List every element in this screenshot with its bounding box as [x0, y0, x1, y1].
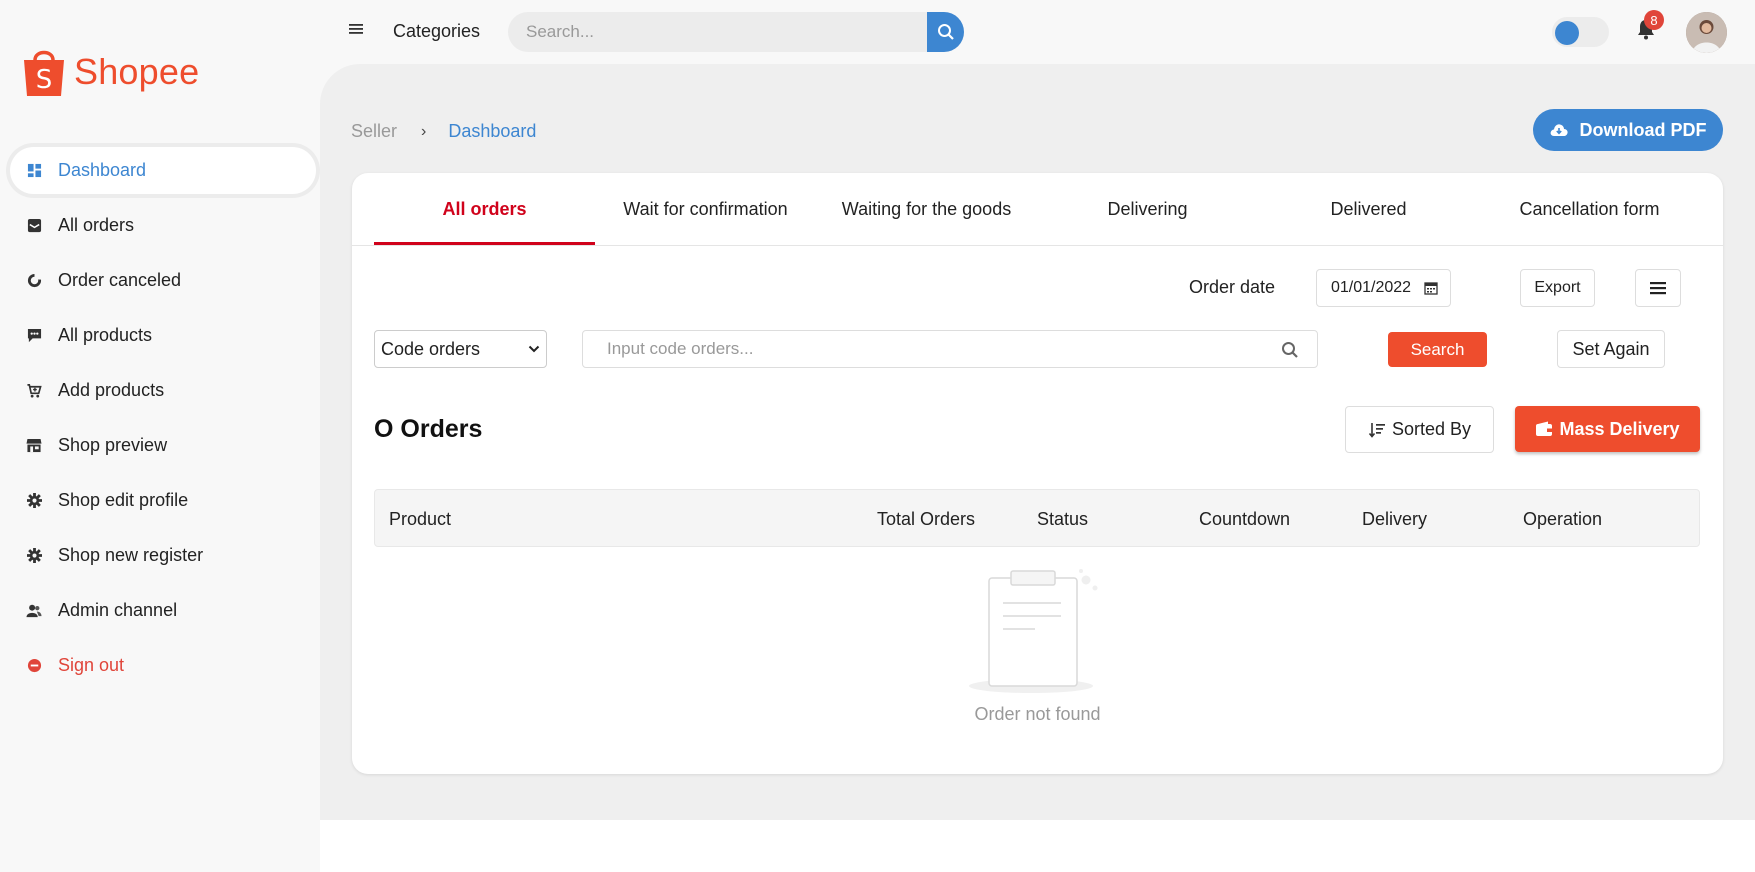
chevron-right-icon: › — [421, 122, 427, 140]
export-button[interactable]: Export — [1520, 269, 1595, 307]
cloud-download-icon — [1550, 124, 1568, 136]
orders-card: All orders Wait for confirmation Waiting… — [352, 173, 1723, 774]
column-product: Product — [389, 509, 452, 529]
users-icon — [26, 603, 42, 619]
search-icon[interactable] — [1281, 341, 1299, 359]
sidebar-item-shop-edit-profile[interactable]: Shop edit profile — [10, 477, 316, 524]
set-again-button[interactable]: Set Again — [1557, 330, 1665, 368]
sidebar-item-label: Sign out — [58, 655, 125, 675]
sorted-by-label: Sorted By — [1391, 419, 1472, 439]
footer-area — [320, 820, 1755, 872]
sidebar-item-shop-preview[interactable]: Shop preview — [10, 422, 316, 469]
sidebar-menu: Dashboard All orders Order canceled All … — [10, 147, 316, 697]
chevron-down-icon — [528, 345, 540, 353]
tab-waiting-for-goods[interactable]: Waiting for the goods — [816, 173, 1037, 245]
column-countdown: Countdown — [1199, 509, 1291, 529]
mass-delivery-label: Mass Delivery — [1559, 418, 1680, 439]
sidebar-item-label: Dashboard — [58, 160, 147, 180]
code-orders-input[interactable] — [583, 339, 1263, 359]
sidebar-item-shop-new-register[interactable]: Shop new register — [10, 532, 316, 579]
calendar-icon[interactable] — [1424, 281, 1438, 295]
breadcrumb-dashboard[interactable]: Dashboard — [448, 121, 536, 142]
theme-toggle[interactable] — [1552, 17, 1609, 47]
code-orders-select[interactable]: Code orders — [374, 330, 547, 368]
cart-plus-icon — [26, 383, 42, 399]
sidebar-item-label: Shop preview — [58, 435, 168, 455]
wallet-icon — [1536, 421, 1553, 436]
column-total-orders: Total Orders — [877, 509, 976, 529]
bars-icon — [1650, 282, 1666, 295]
tab-wait-for-confirmation[interactable]: Wait for confirmation — [595, 173, 816, 245]
categories-link[interactable]: Categories — [393, 21, 480, 42]
store-icon — [26, 438, 42, 454]
breadcrumb-seller[interactable]: Seller — [351, 121, 397, 142]
search-icon — [937, 24, 954, 40]
download-pdf-button[interactable]: Download PDF — [1533, 109, 1723, 151]
orders-count-title: O Orders — [374, 415, 483, 443]
empty-clipboard-illustration — [969, 566, 1109, 696]
svg-text:S: S — [36, 65, 53, 95]
sidebar-item-label: Admin channel — [58, 600, 178, 620]
code-select-value: Code orders — [381, 338, 481, 359]
search-button[interactable]: Search — [1388, 332, 1487, 367]
tab-delivered[interactable]: Delivered — [1258, 173, 1479, 245]
sidebar-item-sign-out[interactable]: Sign out — [10, 642, 316, 689]
sidebar-item-label: Shop new register — [58, 545, 204, 565]
notification-badge: 8 — [1644, 10, 1664, 30]
inbox-icon — [26, 218, 42, 234]
sidebar-item-all-products[interactable]: All products — [10, 312, 316, 359]
tabs-divider — [352, 245, 1723, 246]
sidebar-item-label: All orders — [58, 215, 135, 235]
comment-icon — [26, 328, 42, 344]
gear-icon — [26, 548, 42, 564]
code-orders-field — [582, 330, 1318, 368]
breadcrumb: Seller › Dashboard — [351, 121, 536, 142]
sidebar-item-admin-channel[interactable]: Admin channel — [10, 587, 316, 634]
order-date-value: 01/01/2022 — [1331, 279, 1412, 296]
sidebar-item-label: Order canceled — [58, 270, 182, 290]
shopping-bag-icon: S — [22, 46, 66, 98]
tab-cancellation-form[interactable]: Cancellation form — [1479, 173, 1700, 245]
sidebar-item-label: Shop edit profile — [58, 490, 189, 510]
sidebar-item-order-canceled[interactable]: Order canceled — [10, 257, 316, 304]
column-operation: Operation — [1523, 509, 1603, 529]
tab-delivering[interactable]: Delivering — [1037, 173, 1258, 245]
tab-all-orders[interactable]: All orders — [374, 173, 595, 245]
order-date-label: Order date — [1189, 277, 1276, 297]
top-search-input[interactable] — [508, 12, 927, 52]
minus-circle-icon — [26, 658, 42, 674]
order-date-input[interactable]: 01/01/2022 — [1316, 269, 1451, 307]
sidebar-item-label: All products — [58, 325, 153, 345]
sorted-by-button[interactable]: Sorted By — [1345, 406, 1494, 453]
avatar[interactable] — [1686, 12, 1727, 53]
list-menu-button[interactable] — [1635, 269, 1681, 307]
top-search-button[interactable] — [927, 12, 964, 52]
sidebar-item-label: Add products — [58, 380, 165, 400]
sidebar-item-all-orders[interactable]: All orders — [10, 202, 316, 249]
hamburger-menu-icon[interactable] — [349, 22, 365, 38]
sidebar-item-add-products[interactable]: Add products — [10, 367, 316, 414]
download-pdf-label: Download PDF — [1579, 119, 1707, 140]
column-delivery: Delivery — [1362, 509, 1428, 529]
order-tabs: All orders Wait for confirmation Waiting… — [374, 173, 1704, 245]
sidebar: S Shopee Dashboard All orders Order canc… — [0, 0, 320, 872]
gear-icon — [26, 493, 42, 509]
brand-name: Shopee — [74, 51, 200, 92]
toggle-knob — [1555, 21, 1579, 45]
pie-chart-icon — [26, 273, 42, 289]
dashboard-icon — [26, 163, 42, 179]
empty-state-text: Order not found — [974, 704, 1101, 724]
sort-icon — [1368, 422, 1385, 438]
orders-table-header: Product Total Orders Status Countdown De… — [374, 489, 1700, 547]
top-search-bar — [508, 12, 964, 52]
shopee-logo[interactable]: S Shopee — [22, 44, 199, 100]
sidebar-item-dashboard[interactable]: Dashboard — [10, 147, 316, 194]
column-status: Status — [1037, 509, 1089, 529]
mass-delivery-button[interactable]: Mass Delivery — [1515, 406, 1700, 452]
